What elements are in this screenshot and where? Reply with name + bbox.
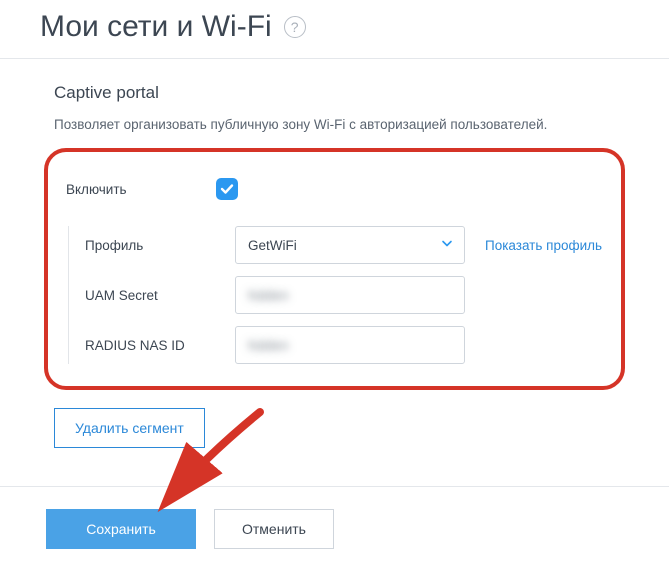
- enable-label: Включить: [66, 182, 216, 197]
- uam-secret-value: hidden: [248, 288, 289, 303]
- uam-secret-input[interactable]: hidden: [235, 276, 465, 314]
- delete-segment-button[interactable]: Удалить сегмент: [54, 408, 205, 448]
- page-header: Мои сети и Wi-Fi ?: [0, 0, 669, 59]
- profile-select[interactable]: GetWiFi: [235, 226, 465, 264]
- profile-value: GetWiFi: [248, 238, 297, 253]
- show-profile-link[interactable]: Показать профиль: [485, 238, 602, 253]
- uam-secret-row: UAM Secret hidden: [85, 276, 603, 314]
- footer-actions: Сохранить Отменить: [0, 486, 669, 571]
- radius-nas-row: RADIUS NAS ID hidden: [85, 326, 603, 364]
- profile-row: Профиль GetWiFi Показать профиль: [85, 226, 603, 264]
- indented-fields: Профиль GetWiFi Показать профиль UAM Sec…: [68, 226, 603, 364]
- save-button[interactable]: Сохранить: [46, 509, 196, 549]
- check-icon: [220, 182, 234, 196]
- uam-secret-label: UAM Secret: [85, 288, 235, 303]
- radius-nas-label: RADIUS NAS ID: [85, 338, 235, 353]
- highlight-box: Включить Профиль GetWiFi По: [44, 148, 625, 390]
- captive-portal-section: Captive portal Позволяет организовать пу…: [18, 59, 651, 390]
- page-title: Мои сети и Wi-Fi: [40, 10, 272, 44]
- radius-nas-value: hidden: [248, 338, 289, 353]
- enable-row: Включить: [66, 170, 603, 208]
- chevron-down-icon: [440, 237, 454, 254]
- enable-checkbox[interactable]: [216, 178, 238, 200]
- section-title: Captive portal: [54, 83, 615, 103]
- help-icon[interactable]: ?: [284, 16, 306, 38]
- radius-nas-input[interactable]: hidden: [235, 326, 465, 364]
- section-description: Позволяет организовать публичную зону Wi…: [54, 117, 615, 132]
- profile-label: Профиль: [85, 238, 235, 253]
- cancel-button[interactable]: Отменить: [214, 509, 334, 549]
